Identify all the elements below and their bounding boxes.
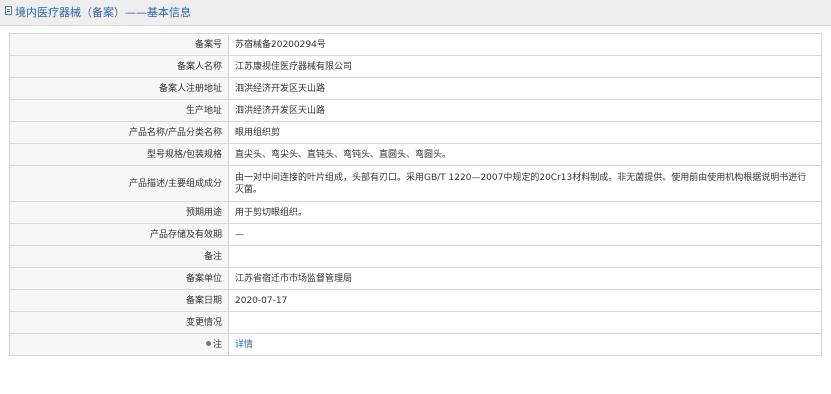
remarks-label: 备注 <box>9 245 229 268</box>
table-row: 备案人注册地址 泗洪经济开发区天山路 <box>9 77 822 100</box>
filing-authority-label: 备案单位 <box>9 267 229 290</box>
product-name-label: 产品名称/产品分类名称 <box>9 121 229 144</box>
table-row: 备案单位 江苏省宿迁市市场监督管理局 <box>9 267 822 290</box>
product-description-value: 由一对中间连接的叶片组成，头部有刃口。采用GB/T 1220—2007中规定的2… <box>228 165 822 202</box>
note-label: 注 <box>212 339 222 350</box>
basic-info-table: 备案号 苏宿械备20200294号 备案人名称 江苏康视佳医疗器械有限公司 备案… <box>9 33 822 356</box>
change-history-label: 变更情况 <box>9 311 229 334</box>
intended-use-label: 预期用途 <box>9 201 229 224</box>
record-number-value: 苏宿械备20200294号 <box>228 33 822 56</box>
registrant-address-value: 泗洪经济开发区天山路 <box>228 77 822 100</box>
table-row: 生产地址 泗洪经济开发区天山路 <box>9 99 822 122</box>
production-address-label: 生产地址 <box>9 99 229 122</box>
table-row: 备注 <box>9 245 822 268</box>
note-label-cell: 注 <box>9 333 229 356</box>
storage-validity-label: 产品存储及有效期 <box>9 223 229 246</box>
table-row: 注 详情 <box>9 333 822 356</box>
product-name-value: 眼用组织剪 <box>228 121 822 144</box>
table-row: 产品存储及有效期 — <box>9 223 822 246</box>
table-row: 预期用途 用于剪切眼组织。 <box>9 201 822 224</box>
production-address-value: 泗洪经济开发区天山路 <box>228 99 822 122</box>
note-value-cell: 详情 <box>228 333 822 356</box>
change-history-value <box>228 311 822 334</box>
pin-icon <box>205 340 211 346</box>
filing-date-value: 2020-07-17 <box>228 289 822 312</box>
filing-authority-value: 江苏省宿迁市市场监督管理局 <box>228 267 822 290</box>
page-title: 境内医疗器械（备案）——基本信息 <box>15 6 191 19</box>
intended-use-value: 用于剪切眼组织。 <box>228 201 822 224</box>
table-row: 产品描述/主要组成成分 由一对中间连接的叶片组成，头部有刃口。采用GB/T 12… <box>9 165 822 202</box>
table-row: 备案日期 2020-07-17 <box>9 289 822 312</box>
filing-date-label: 备案日期 <box>9 289 229 312</box>
document-icon <box>5 6 12 15</box>
model-spec-value: 直尖头、弯尖头、直钝头、弯钝头、直圆头、弯圆头。 <box>228 143 822 166</box>
remarks-value <box>228 245 822 268</box>
product-description-label: 产品描述/主要组成成分 <box>9 165 229 202</box>
details-link[interactable]: 详情 <box>235 340 253 350</box>
table-row: 备案人名称 江苏康视佳医疗器械有限公司 <box>9 55 822 78</box>
table-row: 型号规格/包装规格 直尖头、弯尖头、直钝头、弯钝头、直圆头、弯圆头。 <box>9 143 822 166</box>
table-row: 备案号 苏宿械备20200294号 <box>9 33 822 56</box>
page-header: 境内医疗器械（备案）——基本信息 <box>0 0 831 26</box>
registrant-address-label: 备案人注册地址 <box>9 77 229 100</box>
registrant-name-value: 江苏康视佳医疗器械有限公司 <box>228 55 822 78</box>
registrant-name-label: 备案人名称 <box>9 55 229 78</box>
storage-validity-value: — <box>228 223 822 246</box>
record-number-label: 备案号 <box>9 33 229 56</box>
table-row: 产品名称/产品分类名称 眼用组织剪 <box>9 121 822 144</box>
model-spec-label: 型号规格/包装规格 <box>9 143 229 166</box>
table-row: 变更情况 <box>9 311 822 334</box>
